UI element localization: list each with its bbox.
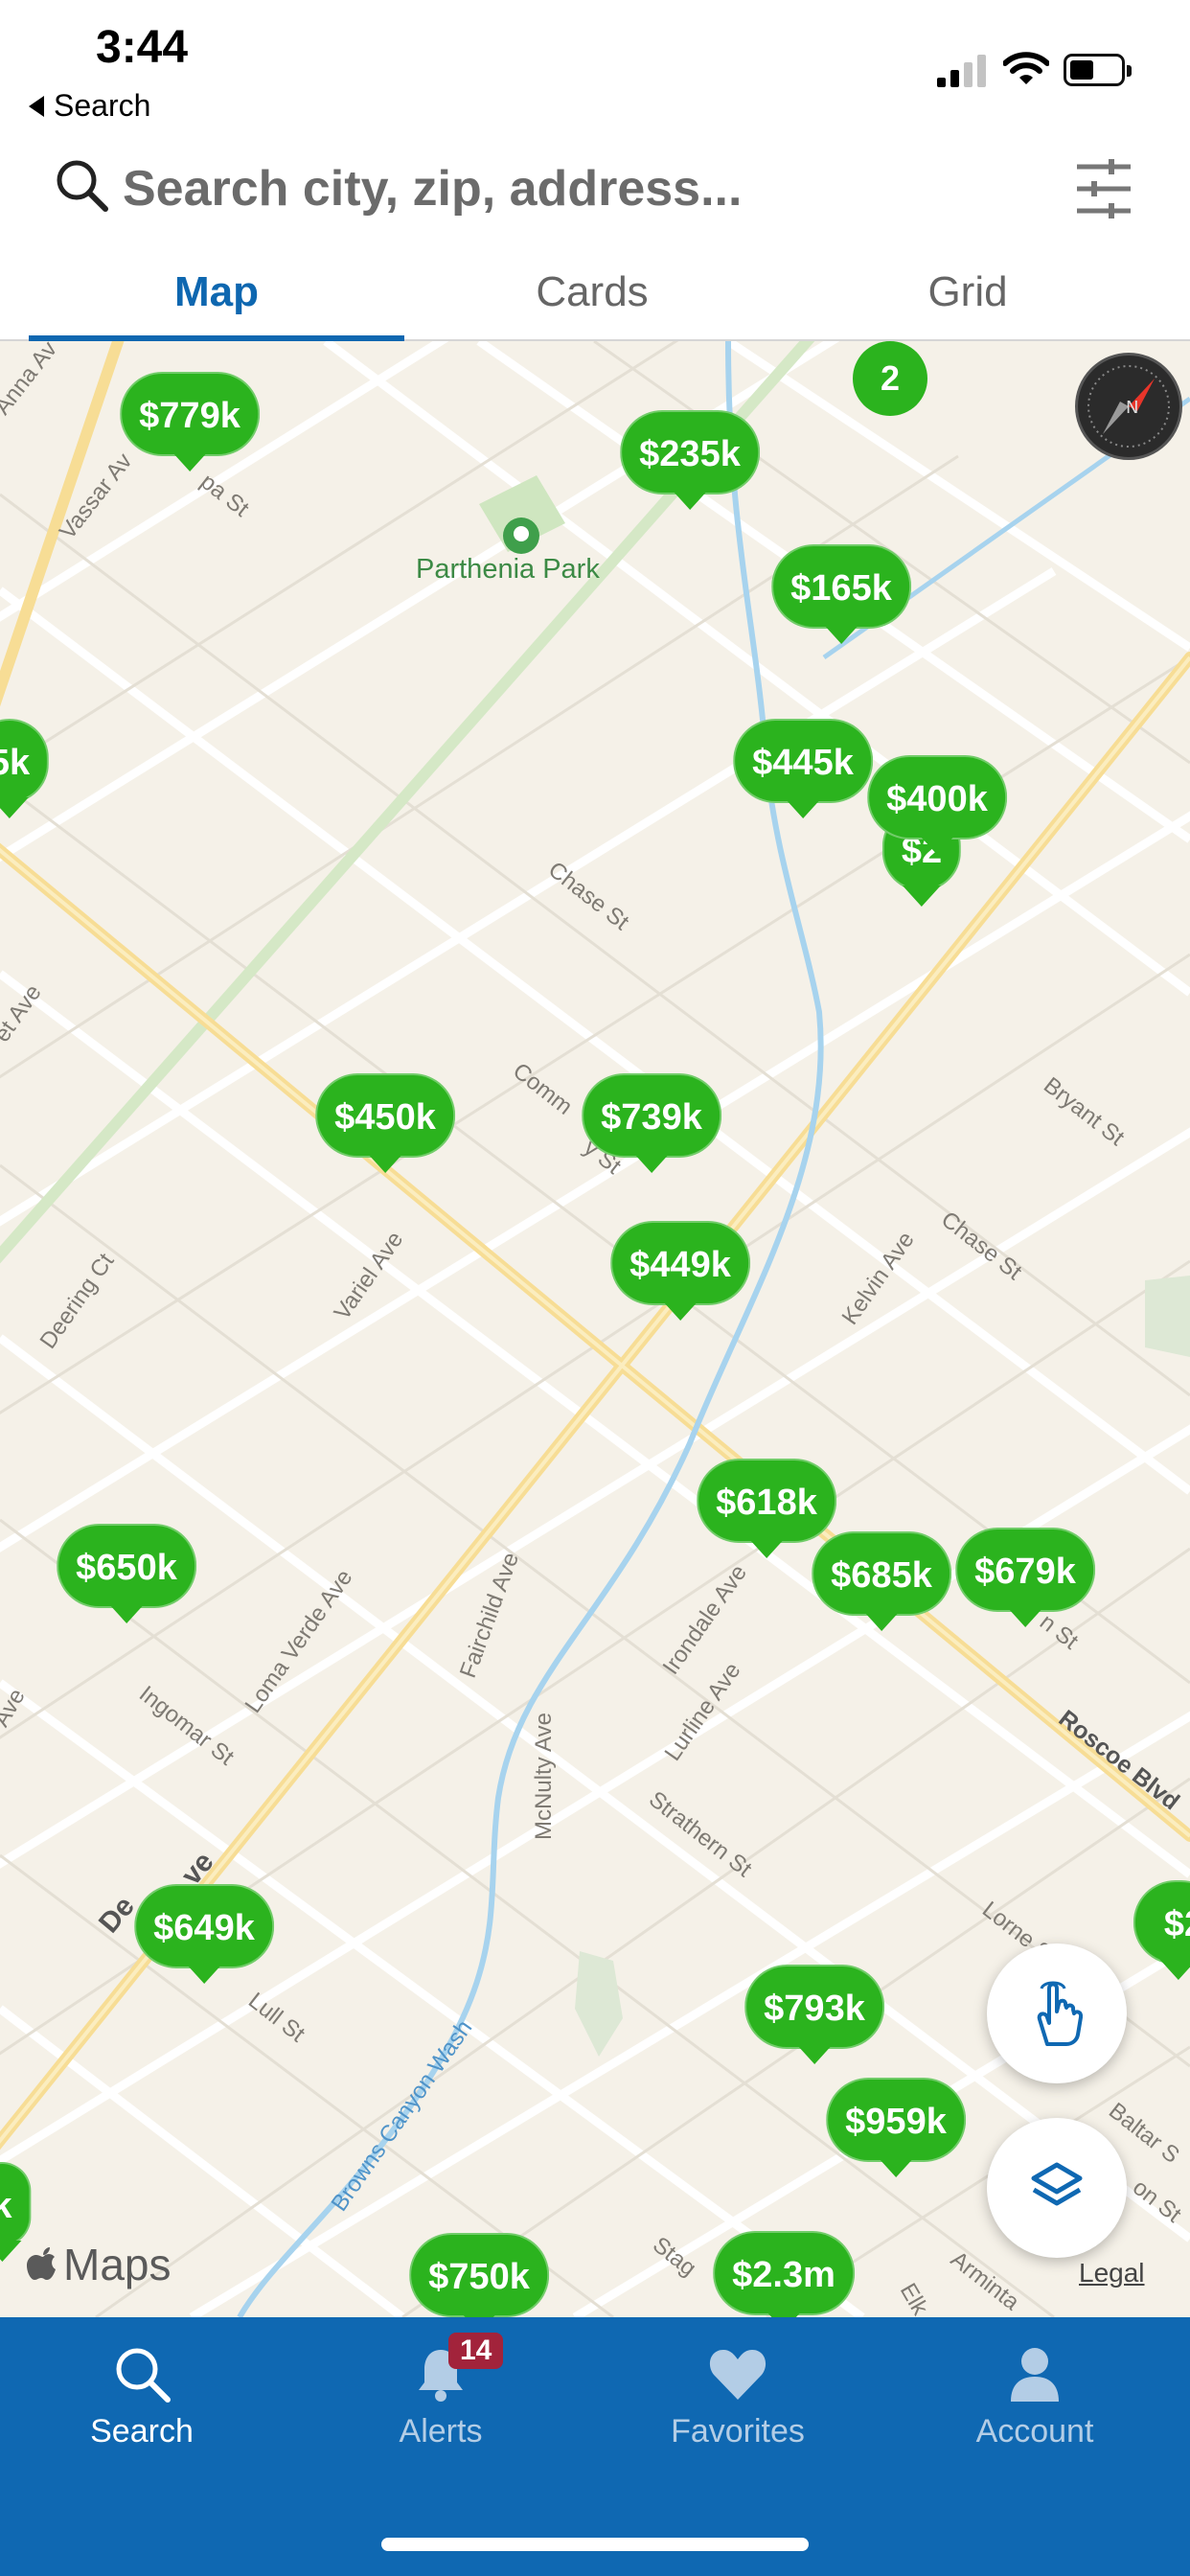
nav-alerts[interactable]: Alerts 14: [326, 2333, 556, 2450]
tab-cards[interactable]: Cards: [404, 259, 780, 339]
search-icon: [116, 2348, 171, 2403]
map-price-pin[interactable]: $685k: [812, 1531, 951, 1631]
map-price-pin[interactable]: $779k: [120, 372, 260, 472]
map-price-pin[interactable]: $679k: [955, 1528, 1095, 1627]
bottom-tab-bar: Search Alerts 14 Favorites Account: [0, 2317, 1190, 2576]
map-price-pin[interactable]: $739k: [582, 1073, 721, 1173]
view-tabs: Map Cards Grid: [0, 259, 1190, 341]
map-price-pin[interactable]: $649k: [134, 1884, 274, 1984]
map-price-pin[interactable]: $449k: [610, 1221, 750, 1321]
back-arrow-icon: [29, 95, 44, 117]
draw-search-button[interactable]: [987, 1944, 1127, 2083]
hand-pointer-icon: [1037, 1981, 1084, 2046]
nav-search-label: Search: [90, 2413, 194, 2450]
battery-icon: [1064, 54, 1132, 86]
map-price-pin[interactable]: $618k: [697, 1459, 836, 1558]
map-price-pin[interactable]: $450k: [315, 1073, 455, 1173]
map-price-pin[interactable]: $650k: [57, 1524, 196, 1623]
map-cluster-marker[interactable]: 2: [853, 341, 927, 416]
home-indicator: [381, 2538, 809, 2551]
map-price-pin[interactable]: $959k: [826, 2078, 966, 2177]
back-to-search-link[interactable]: Search: [29, 88, 150, 124]
maps-label: Maps: [63, 2240, 172, 2289]
cellular-signal-icon: [937, 55, 986, 87]
compass-icon[interactable]: N: [1075, 353, 1182, 460]
nav-account-label: Account: [975, 2413, 1094, 2450]
search-icon: [57, 160, 108, 212]
back-link-label: Search: [54, 88, 151, 123]
map-layers-button[interactable]: [987, 2118, 1127, 2258]
status-time: 3:44: [96, 22, 189, 73]
map-price-pin[interactable]: $750k: [409, 2233, 549, 2317]
nav-favorites[interactable]: Favorites: [623, 2344, 853, 2450]
wifi-icon: [1003, 52, 1049, 84]
status-bar: 3:44 Search: [0, 0, 1190, 129]
filter-sliders-icon[interactable]: [1073, 157, 1134, 220]
nav-search[interactable]: Search: [27, 2344, 257, 2450]
map-price-pin[interactable]: $2.3m: [713, 2231, 855, 2317]
street-label: McNulty Ave: [531, 1713, 557, 1840]
alerts-count-badge: 14: [448, 2333, 504, 2369]
park-label: Parthenia Park: [416, 554, 600, 585]
map-price-pin[interactable]: $165k: [771, 544, 911, 644]
person-icon: [1011, 2348, 1059, 2402]
apple-logo-icon: [27, 2247, 56, 2280]
tab-grid[interactable]: Grid: [780, 259, 1156, 339]
map-price-pin[interactable]: $793k: [744, 1965, 884, 2064]
map-price-pin[interactable]: $445k: [733, 719, 873, 818]
svg-text:N: N: [1126, 398, 1138, 418]
map-price-pin[interactable]: $400k: [867, 755, 1007, 855]
search-input[interactable]: [123, 157, 1004, 220]
search-bar: [0, 144, 1190, 240]
nav-favorites-label: Favorites: [671, 2413, 805, 2450]
apple-maps-logo: Maps: [27, 2239, 171, 2290]
legal-link[interactable]: Legal: [1079, 2258, 1145, 2288]
park-tree-icon: [503, 518, 539, 554]
heart-icon: [709, 2350, 767, 2400]
nav-account[interactable]: Account: [920, 2344, 1150, 2450]
tab-map[interactable]: Map: [29, 259, 404, 341]
nav-alerts-label: Alerts: [399, 2413, 483, 2450]
map-view[interactable]: Parthenia Park Vassar Av Anna Av pa St C…: [0, 341, 1190, 2317]
map-price-pin[interactable]: $235k: [620, 410, 760, 510]
layers-icon: [1031, 2162, 1083, 2206]
